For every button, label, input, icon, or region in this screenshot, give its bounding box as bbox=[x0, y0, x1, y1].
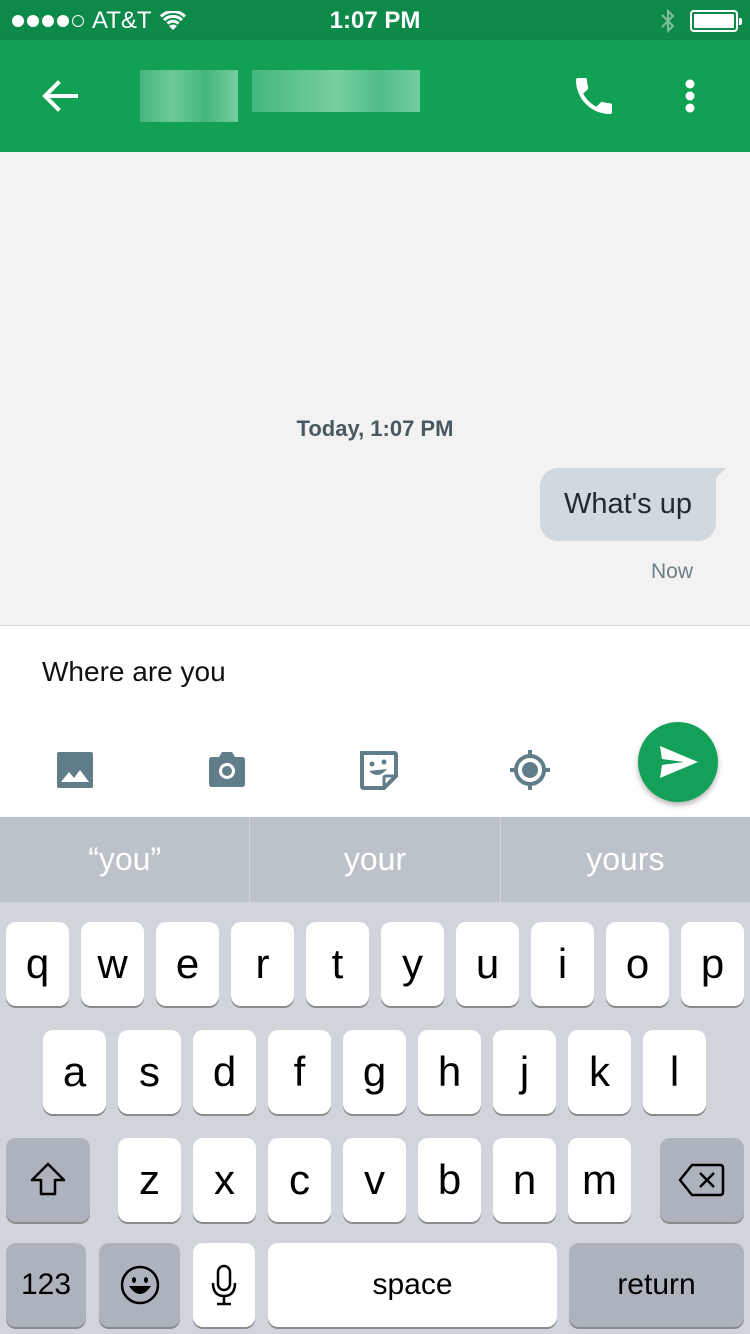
key-g[interactable]: g bbox=[343, 1030, 406, 1114]
emoji-icon bbox=[120, 1265, 159, 1305]
message-bubble-outgoing[interactable]: What's up bbox=[539, 468, 727, 541]
message-timestamp: Now bbox=[650, 560, 693, 583]
bluetooth-icon bbox=[661, 8, 675, 34]
key-v[interactable]: v bbox=[343, 1138, 406, 1222]
key-k[interactable]: k bbox=[568, 1030, 631, 1114]
microphone-icon bbox=[211, 1264, 237, 1306]
return-key[interactable]: return bbox=[569, 1243, 744, 1327]
dictation-key[interactable] bbox=[193, 1243, 255, 1327]
suggestion-item[interactable]: yours bbox=[501, 817, 750, 902]
key-x[interactable]: x bbox=[193, 1138, 256, 1222]
send-icon bbox=[660, 746, 698, 778]
numbers-key[interactable]: 123 bbox=[6, 1243, 86, 1327]
key-y[interactable]: y bbox=[381, 922, 444, 1006]
key-h[interactable]: h bbox=[418, 1030, 481, 1114]
shift-key[interactable] bbox=[6, 1138, 90, 1222]
status-bar: AT&T 1:07 PM bbox=[0, 0, 750, 40]
key-i[interactable]: i bbox=[531, 922, 594, 1006]
composer bbox=[0, 625, 750, 817]
key-z[interactable]: z bbox=[118, 1138, 181, 1222]
keyboard: 123 space return qwertyuiop asdfghjkl zxcv… bbox=[0, 902, 750, 1334]
key-u[interactable]: u bbox=[456, 922, 519, 1006]
key-p[interactable]: p bbox=[681, 922, 744, 1006]
key-b[interactable]: b bbox=[418, 1138, 481, 1222]
key-j[interactable]: j bbox=[493, 1030, 556, 1114]
key-s[interactable]: s bbox=[118, 1030, 181, 1114]
key-n[interactable]: n bbox=[493, 1138, 556, 1222]
more-vertical-icon[interactable] bbox=[670, 72, 710, 120]
predictive-bar: “you” your yours bbox=[0, 817, 750, 902]
key-q[interactable]: q bbox=[6, 922, 69, 1006]
key-t[interactable]: t bbox=[306, 922, 369, 1006]
suggestion-item[interactable]: your bbox=[250, 817, 501, 902]
suggestion-item[interactable]: “you” bbox=[0, 817, 251, 902]
app-bar bbox=[0, 40, 750, 152]
arrow-left-icon[interactable] bbox=[36, 72, 84, 120]
clock: 1:07 PM bbox=[329, 7, 421, 34]
emoji-key[interactable] bbox=[99, 1243, 180, 1327]
phone-icon[interactable] bbox=[570, 72, 618, 120]
key-m[interactable]: m bbox=[568, 1138, 631, 1222]
send-button[interactable] bbox=[638, 722, 718, 802]
message-input[interactable] bbox=[42, 656, 602, 688]
location-icon[interactable] bbox=[508, 748, 552, 792]
shift-icon bbox=[30, 1162, 66, 1196]
key-l[interactable]: l bbox=[643, 1030, 706, 1114]
backspace-key[interactable] bbox=[660, 1138, 744, 1222]
key-r[interactable]: r bbox=[231, 922, 294, 1006]
key-d[interactable]: d bbox=[193, 1030, 256, 1114]
key-o[interactable]: o bbox=[606, 922, 669, 1006]
sticker-icon[interactable] bbox=[356, 748, 400, 792]
battery-icon bbox=[690, 10, 742, 32]
camera-icon[interactable] bbox=[205, 748, 249, 792]
key-f[interactable]: f bbox=[268, 1030, 331, 1114]
backspace-icon bbox=[678, 1163, 725, 1197]
key-c[interactable]: c bbox=[268, 1138, 331, 1222]
image-icon[interactable] bbox=[53, 748, 97, 792]
space-key[interactable]: space bbox=[268, 1243, 557, 1327]
key-a[interactable]: a bbox=[43, 1030, 106, 1114]
contact-name-redacted[interactable] bbox=[140, 70, 420, 122]
date-stamp: Today, 1:07 PM bbox=[296, 416, 454, 441]
key-e[interactable]: e bbox=[156, 922, 219, 1006]
key-w[interactable]: w bbox=[81, 922, 144, 1006]
conversation-view[interactable]: Today, 1:07 PM What's up Now bbox=[0, 152, 750, 625]
